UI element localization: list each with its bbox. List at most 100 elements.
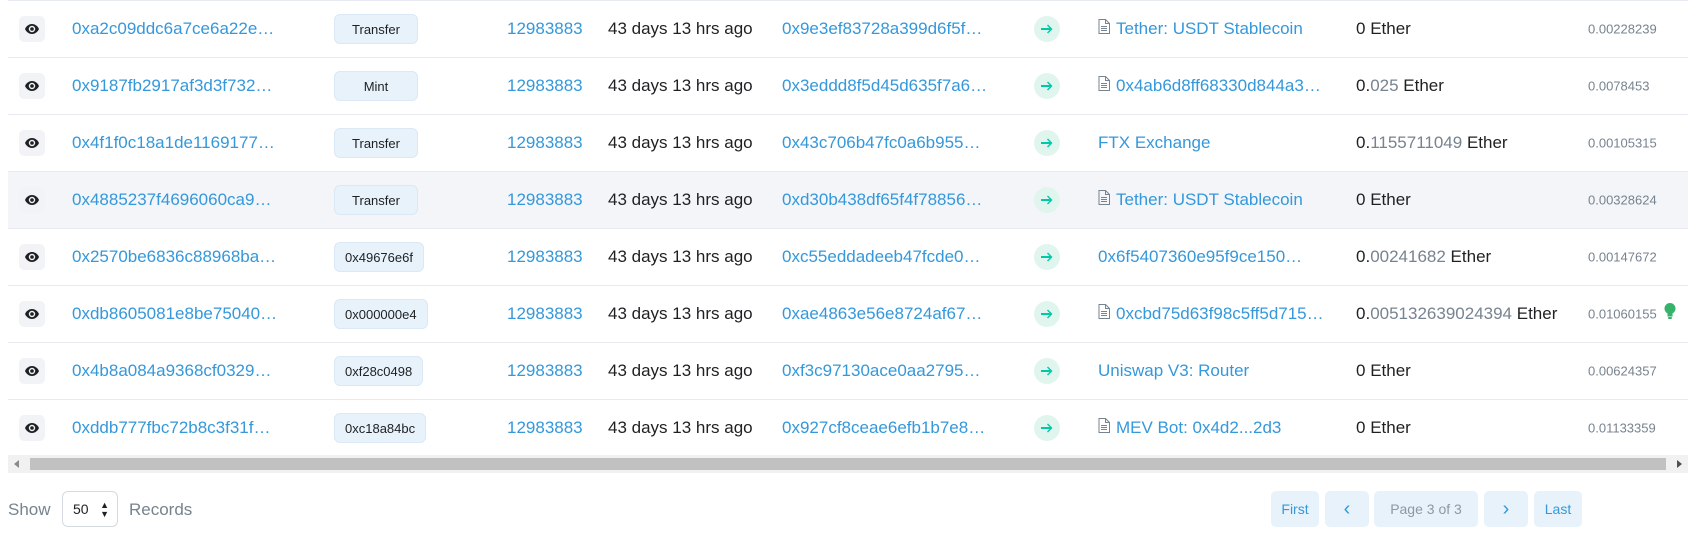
age-text: 43 days 13 hrs ago — [608, 133, 753, 152]
age-text: 43 days 13 hrs ago — [608, 304, 753, 323]
lightbulb-icon — [1664, 303, 1676, 326]
block-link[interactable]: 12983883 — [507, 304, 583, 324]
first-page-button[interactable]: First — [1271, 491, 1319, 527]
document-icon — [1098, 19, 1110, 39]
to-address-link[interactable]: Tether: USDT Stablecoin — [1116, 190, 1303, 210]
scroll-right-arrow[interactable] — [1670, 455, 1688, 473]
value-decimals: 00241682 — [1370, 247, 1446, 266]
age-text: 43 days 13 hrs ago — [608, 247, 753, 266]
last-page-button[interactable]: Last — [1534, 491, 1582, 527]
to-address-link[interactable]: Tether: USDT Stablecoin — [1116, 19, 1303, 39]
method-badge: Transfer — [334, 185, 418, 215]
eye-icon[interactable] — [19, 187, 45, 213]
value-integer: 0. — [1356, 304, 1371, 323]
to-address: 0x6f5407360e95f9ce150… — [1098, 247, 1342, 267]
eye-icon[interactable] — [19, 301, 45, 327]
page-size-select[interactable]: 50 ▲ ▼ — [62, 491, 118, 527]
value-unit: Ether — [1365, 418, 1411, 437]
value-text: 0.00241682 Ether — [1356, 247, 1491, 267]
to-address-link[interactable]: MEV Bot: 0x4d2...2d3 — [1116, 418, 1281, 438]
value-text: 0.1155711049 Ether — [1356, 133, 1508, 153]
block-link[interactable]: 12983883 — [507, 76, 583, 96]
value-unit: Ether — [1365, 19, 1411, 38]
block-link[interactable]: 12983883 — [507, 418, 583, 438]
method-badge: Mint — [334, 71, 418, 101]
tx-hash-link[interactable]: 0xdb8605081e8be75040… — [72, 304, 287, 324]
arrow-right-icon — [1034, 73, 1060, 99]
tx-hash-link[interactable]: 0x4f1f0c18a1de1169177… — [72, 133, 287, 153]
document-icon — [1098, 418, 1110, 438]
value-text: 0.005132639024394 Ether — [1356, 304, 1557, 324]
to-address: Uniswap V3: Router — [1098, 361, 1342, 381]
page-size-value: 50 — [73, 501, 89, 517]
block-link[interactable]: 12983883 — [507, 19, 583, 39]
from-address-link[interactable]: 0xd30b438df65f4f78856… — [782, 190, 1000, 210]
from-address-link[interactable]: 0xae4863e56e8724af67… — [782, 304, 1000, 324]
block-link[interactable]: 12983883 — [507, 247, 583, 267]
from-address-link[interactable]: 0x9e3ef83728a399d6f5f… — [782, 19, 1000, 39]
value-text: 0 Ether — [1356, 190, 1411, 210]
tx-hash-link[interactable]: 0x9187fb2917af3d3f732… — [72, 76, 287, 96]
scrollbar-thumb[interactable] — [30, 458, 1666, 470]
block-link[interactable]: 12983883 — [507, 190, 583, 210]
tx-hash-link[interactable]: 0x2570be6836c88968ba… — [72, 247, 287, 267]
method-badge: Transfer — [334, 14, 418, 44]
from-address-link[interactable]: 0x43c706b47fc0a6b955… — [782, 133, 1000, 153]
records-label: Records — [129, 500, 193, 519]
eye-icon[interactable] — [19, 16, 45, 42]
block-link[interactable]: 12983883 — [507, 361, 583, 381]
arrow-right-icon — [1034, 358, 1060, 384]
eye-icon[interactable] — [19, 415, 45, 441]
transactions-table: 0xa2c09ddc6a7ce6a22e… Transfer 12983883 43 … — [8, 0, 1688, 457]
method-badge: Transfer — [334, 128, 418, 158]
to-address-link[interactable]: 0x4ab6d8ff68330d844a3… — [1116, 76, 1321, 96]
to-address: 0x4ab6d8ff68330d844a3… — [1098, 76, 1342, 96]
value-unit: Ether — [1445, 247, 1492, 266]
eye-icon[interactable] — [19, 358, 45, 384]
value-text: 0 Ether — [1356, 19, 1411, 39]
horizontal-scrollbar[interactable] — [8, 455, 1688, 473]
table-row: 0x4885237f4696060ca9… Transfer 12983883 43 … — [8, 172, 1688, 229]
method-badge: 0xf28c0498 — [334, 356, 424, 386]
txn-fee: 0.00328624 — [1588, 192, 1657, 208]
from-address-link[interactable]: 0xf3c97130ace0aa2795… — [782, 361, 1000, 381]
tx-hash-link[interactable]: 0xddb777fbc72b8c3f31f… — [72, 418, 287, 438]
method-badge: 0xc18a84bc — [334, 413, 427, 443]
txn-fee: 0.0078453 — [1588, 78, 1650, 94]
tx-hash-link[interactable]: 0x4885237f4696060ca9… — [72, 190, 287, 210]
show-label: Show — [8, 500, 51, 519]
document-icon — [1098, 76, 1110, 96]
prev-page-button[interactable]: ‹ — [1325, 491, 1369, 527]
to-address: MEV Bot: 0x4d2...2d3 — [1098, 418, 1342, 438]
tx-hash-link[interactable]: 0x4b8a084a9368cf0329… — [72, 361, 287, 381]
tx-hash-link[interactable]: 0xa2c09ddc6a7ce6a22e… — [72, 19, 287, 39]
to-address: 0xcbd75d63f98c5ff5d715… — [1098, 304, 1342, 324]
value-unit: Ether — [1462, 133, 1508, 152]
txn-fee: 0.00147672 — [1588, 249, 1657, 265]
to-address-link[interactable]: 0x6f5407360e95f9ce150… — [1098, 247, 1302, 267]
to-address-link[interactable]: 0xcbd75d63f98c5ff5d715… — [1116, 304, 1324, 324]
document-icon — [1098, 304, 1110, 324]
eye-icon[interactable] — [19, 244, 45, 270]
txn-fee: 0.00228239 — [1588, 21, 1657, 37]
to-address-link[interactable]: FTX Exchange — [1098, 133, 1210, 153]
next-page-button[interactable]: › — [1484, 491, 1528, 527]
value-decimals: 025 — [1370, 76, 1399, 95]
table-row: 0x4b8a084a9368cf0329… 0xf28c0498 12983883 4… — [8, 343, 1688, 400]
eye-icon[interactable] — [19, 73, 45, 99]
eye-icon[interactable] — [19, 130, 45, 156]
value-text: 0 Ether — [1356, 418, 1411, 438]
table-row: 0xddb777fbc72b8c3f31f… 0xc18a84bc 12983883… — [8, 400, 1688, 457]
block-link[interactable]: 12983883 — [507, 133, 583, 153]
arrow-right-icon — [1034, 244, 1060, 270]
arrow-right-icon — [1034, 301, 1060, 327]
age-text: 43 days 13 hrs ago — [608, 418, 753, 437]
from-address-link[interactable]: 0xc55eddadeeb47fcde0… — [782, 247, 1000, 267]
to-address-link[interactable]: Uniswap V3: Router — [1098, 361, 1249, 381]
from-address-link[interactable]: 0x3eddd8f5d45d635f7a6… — [782, 76, 1000, 96]
from-address-link[interactable]: 0x927cf8ceae6efb1b7e8… — [782, 418, 1000, 438]
value-unit: Ether — [1365, 361, 1411, 380]
select-caret-icon: ▲ ▼ — [100, 500, 109, 519]
scroll-left-arrow[interactable] — [8, 455, 26, 473]
arrow-right-icon — [1034, 16, 1060, 42]
